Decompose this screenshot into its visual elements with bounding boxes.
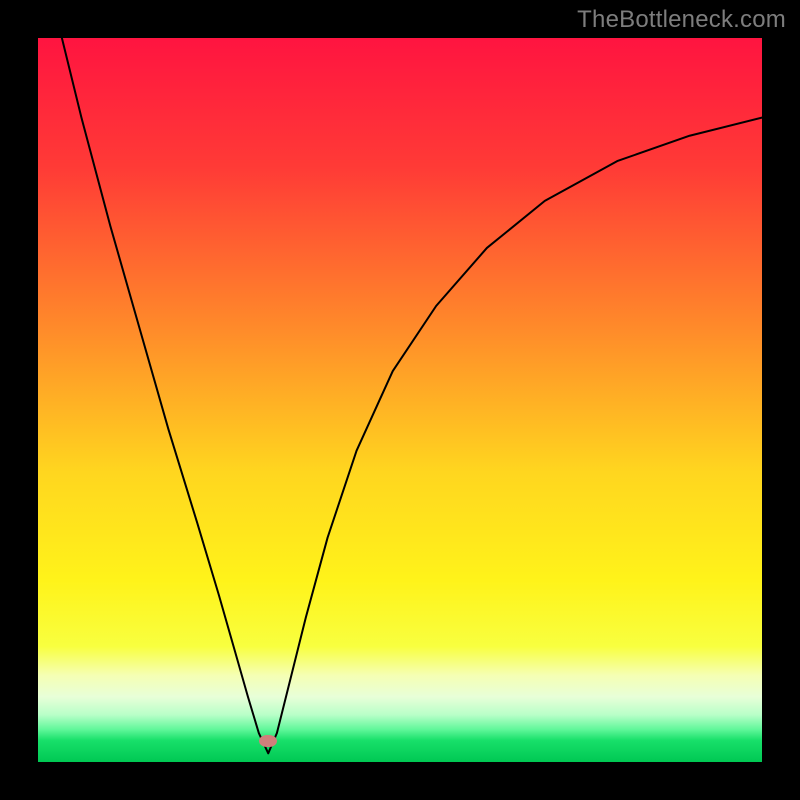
plot-area bbox=[38, 38, 762, 762]
optimum-marker bbox=[259, 735, 277, 747]
chart-frame: TheBottleneck.com bbox=[0, 0, 800, 800]
bottleneck-curve bbox=[38, 38, 762, 762]
watermark: TheBottleneck.com bbox=[577, 6, 786, 34]
